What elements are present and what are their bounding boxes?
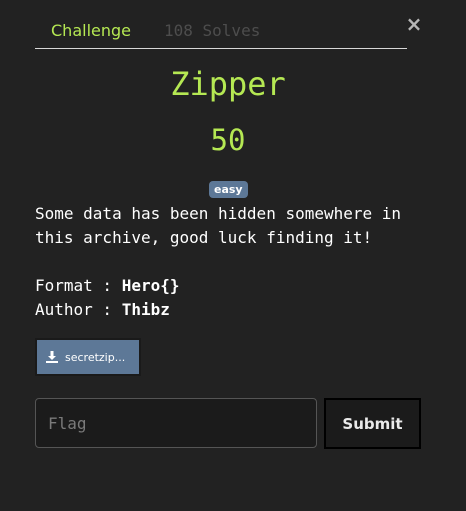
download-file-button[interactable]: secretzip... [35,338,141,376]
flag-input[interactable] [35,398,317,448]
description-line: Some data has been hidden somewhere in [35,204,402,223]
submit-button[interactable]: Submit [324,398,421,449]
tab-challenge[interactable]: Challenge [35,18,147,48]
format-row: Format : Hero{} [35,274,435,298]
difficulty-badge: easy [209,181,248,198]
modal-tabs: Challenge 108 Solves [35,18,407,49]
challenge-points: 50 [210,123,246,157]
author-value: Thibz [121,300,170,319]
file-name-label: secretzip... [65,350,126,364]
author-label: Author : [35,300,122,319]
close-icon[interactable]: × [405,12,423,36]
tab-solves[interactable]: 108 Solves [147,18,276,48]
format-label: Format : [35,276,122,295]
challenge-description: Some data has been hidden somewhere in t… [35,202,435,322]
description-line: this archive, good luck finding it! [35,228,373,247]
format-value: Hero{} [121,276,180,295]
author-row: Author : Thibz [35,298,435,322]
download-icon [45,350,59,364]
challenge-title: Zipper [170,65,286,103]
